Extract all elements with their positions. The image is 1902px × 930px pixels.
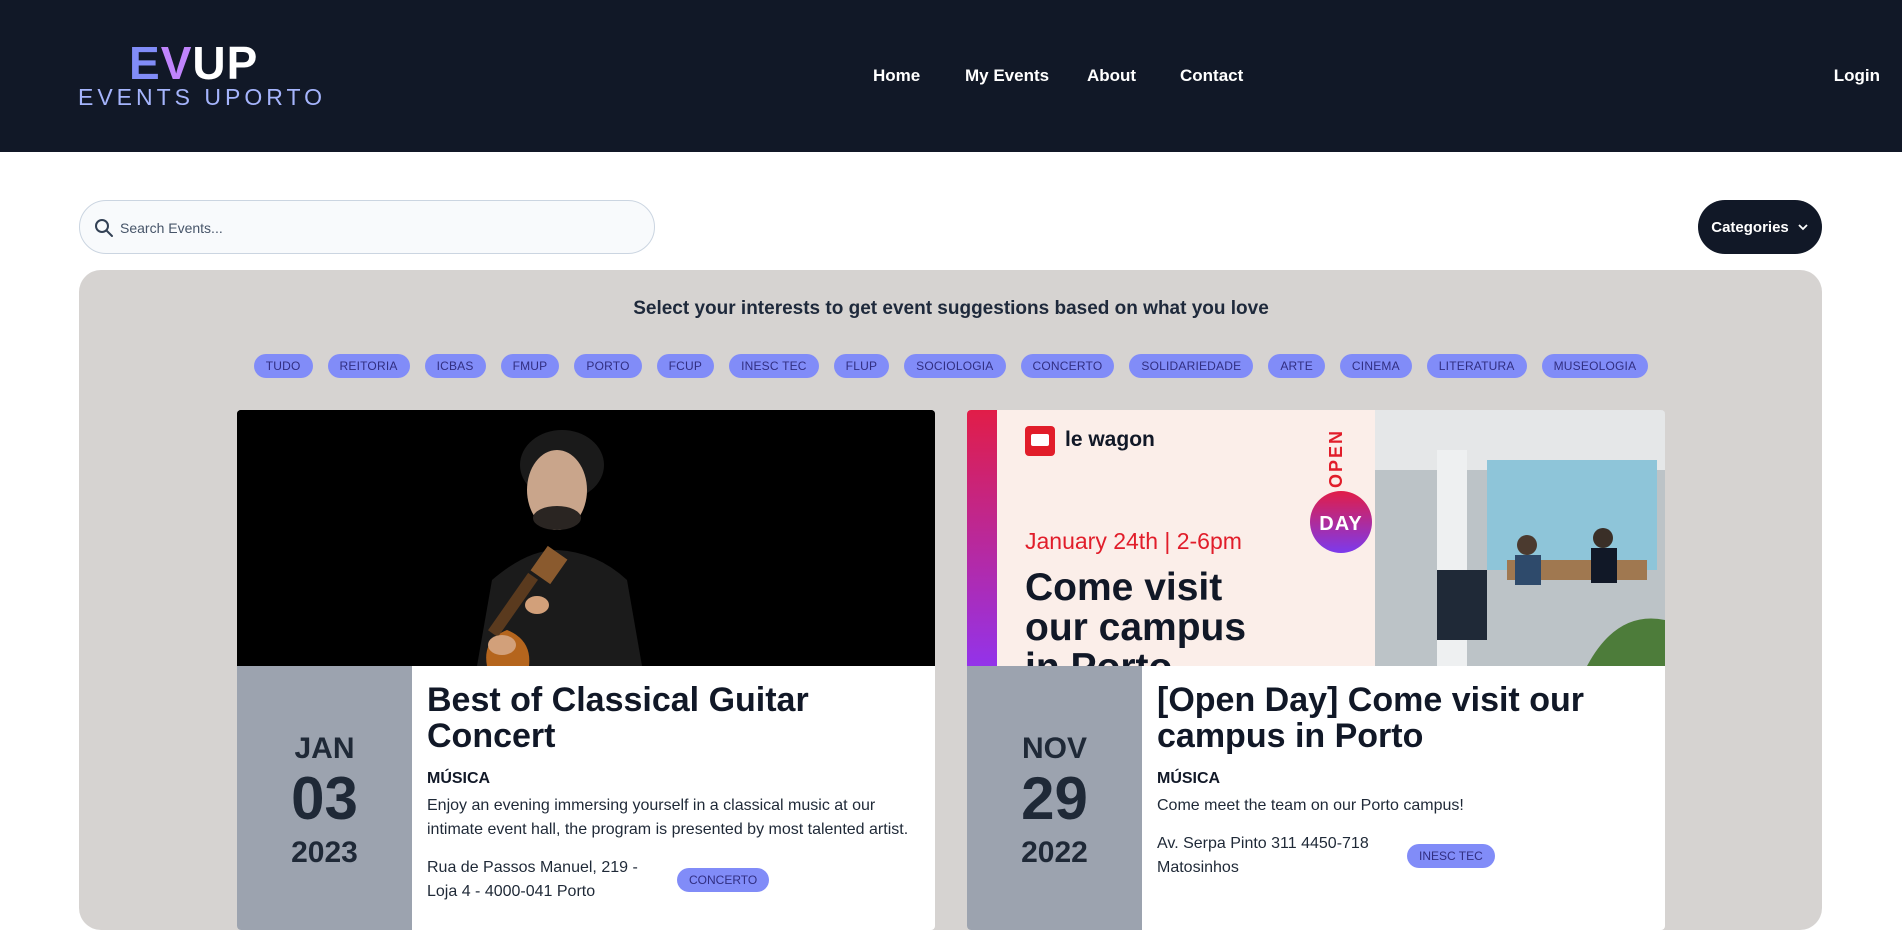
event-date: NOV 29 2022 xyxy=(967,666,1142,930)
login-link[interactable]: Login xyxy=(1834,66,1880,86)
banner-day-badge: DAY xyxy=(1319,513,1362,535)
nav-about[interactable]: About xyxy=(1087,66,1136,86)
chip-flup[interactable]: FLUP xyxy=(833,354,890,378)
chip-inesc-tec[interactable]: INESC TEC xyxy=(729,354,819,378)
event-description: Come meet the team on our Porto campus! xyxy=(1157,797,1464,814)
chip-sociologia[interactable]: SOCIOLOGIA xyxy=(904,354,1006,378)
banner-headline: Come visit our campus in Porto xyxy=(1025,566,1247,667)
categories-button[interactable]: Categories xyxy=(1698,200,1822,254)
chip-museologia[interactable]: MUSEOLOGIA xyxy=(1541,354,1649,378)
chip-fcup[interactable]: FCUP xyxy=(656,354,715,378)
categories-label: Categories xyxy=(1711,218,1789,236)
event-category: MÚSICA xyxy=(1157,770,1221,787)
event-date: JAN 03 2023 xyxy=(237,666,412,930)
event-description: Enjoy an evening immersing yourself in a… xyxy=(427,797,909,838)
chip-arte[interactable]: ARTE xyxy=(1268,354,1325,378)
event-title[interactable]: Best of Classical Guitar Concert xyxy=(427,682,927,754)
search-bar xyxy=(79,200,655,254)
event-day: 29 xyxy=(1021,765,1088,832)
event-location: Rua de Passos Manuel, 219 - Loja 4 - 400… xyxy=(427,859,638,900)
event-details: Best of Classical Guitar Concert MÚSICA … xyxy=(427,682,927,904)
event-tag[interactable]: CONCERTO xyxy=(677,868,770,892)
event-month: NOV xyxy=(1021,732,1087,765)
chip-fmup[interactable]: FMUP xyxy=(500,354,560,378)
event-card[interactable]: OPEN DAY le wagon January 24th | 2-6pm C… xyxy=(967,410,1665,930)
main-nav: Home My Events About Contact xyxy=(0,66,1902,90)
top-navbar: EVUP EVENTS UPORTO Home My Events About … xyxy=(0,0,1902,152)
interest-chips: TUDO REITORIA ICBAS FMUP PORTO FCUP INES… xyxy=(0,354,1902,378)
chip-literatura[interactable]: LITERATURA xyxy=(1426,354,1527,378)
banner-brand: le wagon xyxy=(1065,428,1155,451)
event-year: 2023 xyxy=(291,836,358,869)
event-category: MÚSICA xyxy=(427,770,491,787)
nav-contact[interactable]: Contact xyxy=(1180,66,1243,86)
chip-solidariedade[interactable]: SOLIDARIEDADE xyxy=(1129,354,1254,378)
event-month: JAN xyxy=(294,732,355,765)
chip-porto[interactable]: PORTO xyxy=(574,354,642,378)
event-card[interactable]: JAN 03 2023 Best of Classical Guitar Con… xyxy=(237,410,935,930)
event-details: [Open Day] Come visit our campus in Port… xyxy=(1157,682,1657,880)
event-title[interactable]: [Open Day] Come visit our campus in Port… xyxy=(1157,682,1657,754)
interests-heading: Select your interests to get event sugge… xyxy=(633,298,1269,319)
chip-tudo[interactable]: TUDO xyxy=(253,354,313,378)
event-location: Av. Serpa Pinto 311 4450-718 Matosinhos xyxy=(1157,835,1369,876)
search-icon xyxy=(95,219,113,237)
nav-my-events[interactable]: My Events xyxy=(965,66,1049,86)
chip-icbas[interactable]: ICBAS xyxy=(424,354,486,378)
banner-date: January 24th | 2-6pm xyxy=(1025,528,1242,554)
event-year: 2022 xyxy=(1021,836,1088,869)
nav-home[interactable]: Home xyxy=(873,66,920,86)
chip-reitoria[interactable]: REITORIA xyxy=(327,354,410,378)
chip-cinema[interactable]: CINEMA xyxy=(1339,354,1412,378)
chevron-down-icon xyxy=(1798,224,1808,231)
event-tag[interactable]: INESC TEC xyxy=(1407,844,1495,868)
event-image-lewagon[interactable]: OPEN DAY le wagon January 24th | 2-6pm C… xyxy=(967,410,1665,666)
event-image-guitarist[interactable] xyxy=(237,410,935,666)
banner-open-text: OPEN xyxy=(1326,429,1346,488)
event-day: 03 xyxy=(291,765,358,832)
chip-concerto[interactable]: CONCERTO xyxy=(1020,354,1115,378)
search-input[interactable] xyxy=(120,211,640,245)
